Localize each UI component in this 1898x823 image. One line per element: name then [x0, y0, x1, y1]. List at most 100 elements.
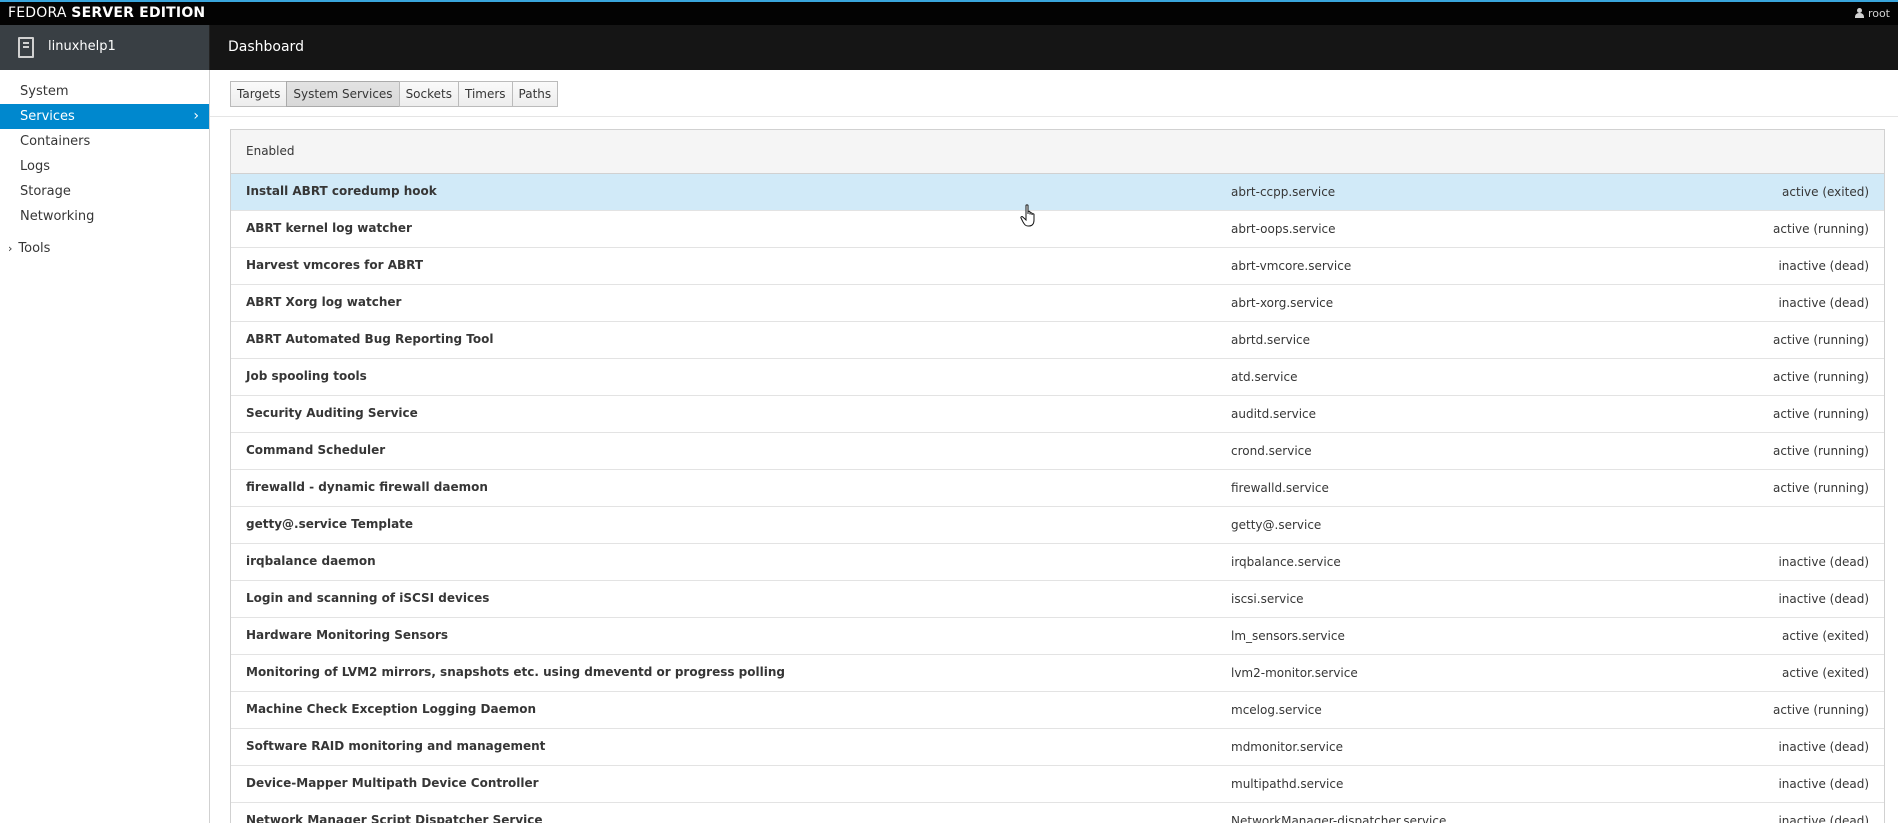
- sidebar-item-label: System: [20, 84, 69, 99]
- enabled-services-panel: Enabled Install ABRT coredump hook abrt-c…: [230, 129, 1885, 823]
- tab-timers[interactable]: Timers: [457, 81, 513, 107]
- sidebar-item-networking[interactable]: Networking: [0, 204, 209, 229]
- service-unit: crond.service: [1231, 444, 1312, 458]
- service-row[interactable]: Job spooling tools atd.service active (run…: [231, 359, 1884, 396]
- service-row[interactable]: ABRT Xorg log watcher abrt-xorg.service in…: [231, 285, 1884, 322]
- service-state: inactive (dead): [1778, 555, 1869, 569]
- sidebar-item-label: Services: [20, 109, 75, 124]
- service-state: active (running): [1773, 370, 1869, 384]
- service-state: inactive (dead): [1778, 296, 1869, 310]
- service-unit: lm_sensors.service: [1231, 629, 1345, 643]
- panel-heading: Enabled: [231, 130, 1884, 174]
- service-description: getty@.service Template: [246, 517, 414, 531]
- divider: [210, 116, 1898, 117]
- service-row[interactable]: Install ABRT coredump hook abrt-ccpp.serv…: [231, 174, 1884, 211]
- service-row[interactable]: Login and scanning of iSCSI devices iscsi…: [231, 581, 1884, 618]
- user-icon: [1854, 8, 1864, 18]
- service-row[interactable]: Network Manager Script Dispatcher Servic…: [231, 803, 1884, 823]
- tab-paths[interactable]: Paths: [511, 81, 559, 107]
- breadcrumb-dashboard[interactable]: Dashboard: [228, 39, 304, 55]
- service-state: inactive (dead): [1778, 592, 1869, 606]
- service-unit: atd.service: [1231, 370, 1298, 384]
- service-description: Machine Check Exception Logging Daemon: [246, 702, 537, 716]
- sidebar-item-label: Logs: [20, 159, 50, 174]
- user-menu[interactable]: root: [1854, 7, 1890, 20]
- service-state: active (exited): [1782, 629, 1869, 643]
- service-unit: irqbalance.service: [1231, 555, 1341, 569]
- brand-logo: FEDORA SERVER EDITION: [8, 5, 205, 21]
- sidebar-item-label: Tools: [18, 241, 51, 256]
- service-description: ABRT Automated Bug Reporting Tool: [246, 332, 494, 346]
- service-description: Install ABRT coredump hook: [246, 184, 437, 198]
- service-unit: mdmonitor.service: [1231, 740, 1343, 754]
- service-row[interactable]: Software RAID monitoring and management m…: [231, 729, 1884, 766]
- chevron-right-icon: ›: [8, 242, 13, 255]
- service-row[interactable]: Command Scheduler crond.service active (ru…: [231, 433, 1884, 470]
- tab-targets[interactable]: Targets: [230, 81, 288, 107]
- host-switcher[interactable]: linuxhelp1: [0, 25, 210, 70]
- service-description: Job spooling tools: [246, 369, 367, 383]
- service-state: active (running): [1773, 333, 1869, 347]
- service-row[interactable]: firewalld - dynamic firewall daemon firew…: [231, 470, 1884, 507]
- service-state: inactive (dead): [1778, 777, 1869, 791]
- sidebar-item-label: Storage: [20, 184, 71, 199]
- service-unit: abrt-vmcore.service: [1231, 259, 1352, 273]
- sidebar-item-system[interactable]: System: [0, 79, 209, 104]
- brand-name: FEDORA: [8, 5, 67, 21]
- service-description: Monitoring of LVM2 mirrors, snapshots et…: [246, 665, 785, 679]
- tab-sockets[interactable]: Sockets: [398, 81, 459, 107]
- sidebar-item-containers[interactable]: Containers: [0, 129, 209, 154]
- service-unit: multipathd.service: [1231, 777, 1344, 791]
- service-unit: abrtd.service: [1231, 333, 1311, 347]
- service-description: firewalld - dynamic firewall daemon: [246, 480, 488, 494]
- service-state: inactive (dead): [1778, 814, 1869, 823]
- brand-edition: SERVER EDITION: [71, 5, 206, 21]
- service-row[interactable]: getty@.service Template getty@.service: [231, 507, 1884, 544]
- service-state: active (running): [1773, 703, 1869, 717]
- service-row[interactable]: Device-Mapper Multipath Device Controlle…: [231, 766, 1884, 803]
- service-unit: abrt-ccpp.service: [1231, 185, 1336, 199]
- server-icon: [18, 37, 34, 58]
- service-row[interactable]: ABRT kernel log watcher abrt-oops.service…: [231, 211, 1884, 248]
- user-name: root: [1867, 7, 1890, 20]
- service-unit: abrt-oops.service: [1231, 222, 1336, 236]
- services-list: Install ABRT coredump hook abrt-ccpp.serv…: [231, 174, 1884, 823]
- main-content: Targets System Services Sockets Timers P…: [210, 70, 1898, 823]
- service-row[interactable]: ABRT Automated Bug Reporting Tool abrtd.s…: [231, 322, 1884, 359]
- sidebar-item-services[interactable]: Services ›: [0, 104, 209, 129]
- service-unit: abrt-xorg.service: [1231, 296, 1334, 310]
- service-state: active (exited): [1782, 666, 1869, 680]
- service-unit: getty@.service: [1231, 518, 1322, 532]
- service-state: inactive (dead): [1778, 740, 1869, 754]
- service-description: Security Auditing Service: [246, 406, 418, 420]
- service-state: inactive (dead): [1778, 259, 1869, 273]
- service-state: active (running): [1773, 222, 1869, 236]
- service-description: Software RAID monitoring and management: [246, 739, 546, 753]
- top-bar: FEDORA SERVER EDITION root: [0, 0, 1898, 25]
- service-row[interactable]: Hardware Monitoring Sensors lm_sensors.se…: [231, 618, 1884, 655]
- service-description: Network Manager Script Dispatcher Servic…: [246, 813, 543, 823]
- service-description: Command Scheduler: [246, 443, 386, 457]
- service-unit: NetworkManager-dispatcher.service: [1231, 814, 1447, 823]
- service-row[interactable]: irqbalance daemon irqbalance.service inact…: [231, 544, 1884, 581]
- service-row[interactable]: Machine Check Exception Logging Daemon mc…: [231, 692, 1884, 729]
- service-description: Hardware Monitoring Sensors: [246, 628, 449, 642]
- sidebar-tools-toggle[interactable]: › Tools: [0, 236, 209, 261]
- service-row[interactable]: Security Auditing Service auditd.service a…: [231, 396, 1884, 433]
- service-row[interactable]: Harvest vmcores for ABRT abrt-vmcore.serv…: [231, 248, 1884, 285]
- service-description: ABRT kernel log watcher: [246, 221, 412, 235]
- sidebar-item-logs[interactable]: Logs: [0, 154, 209, 179]
- service-type-tabs: Targets System Services Sockets Timers P…: [230, 81, 559, 107]
- tab-system-services[interactable]: System Services: [286, 81, 400, 107]
- service-description: Device-Mapper Multipath Device Controlle…: [246, 776, 539, 790]
- hand-cursor-icon: [1020, 204, 1035, 227]
- service-state: active (running): [1773, 407, 1869, 421]
- sidebar-item-storage[interactable]: Storage: [0, 179, 209, 204]
- chevron-right-icon: ›: [193, 108, 199, 124]
- sidebar-item-label: Networking: [20, 209, 95, 224]
- sidebar-item-label: Containers: [20, 134, 91, 149]
- sidebar: System Services › Containers Logs Storage…: [0, 70, 210, 823]
- service-description: Harvest vmcores for ABRT: [246, 258, 424, 272]
- service-unit: auditd.service: [1231, 407, 1317, 421]
- service-row[interactable]: Monitoring of LVM2 mirrors, snapshots et…: [231, 655, 1884, 692]
